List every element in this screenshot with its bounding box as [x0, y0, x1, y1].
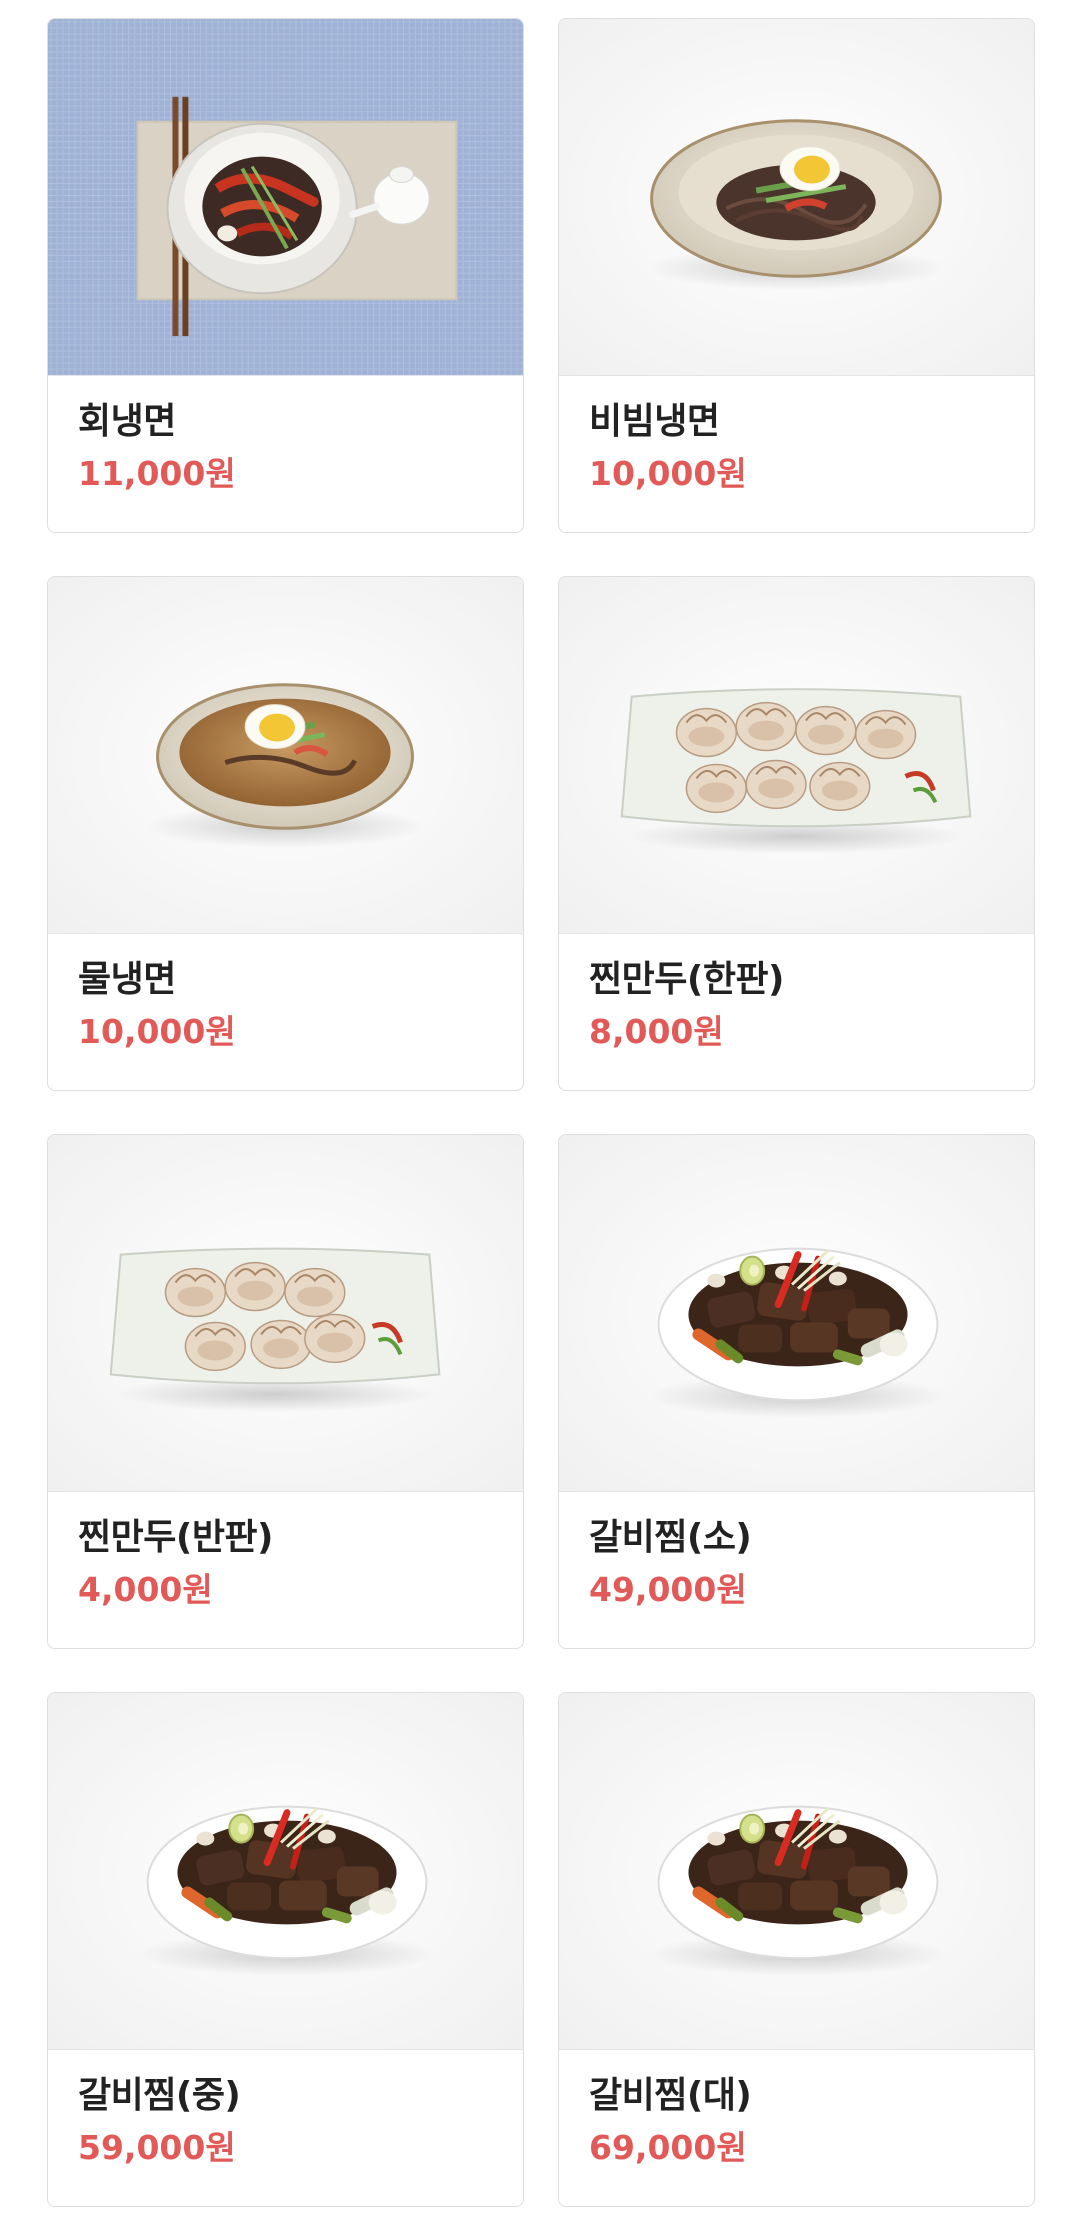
menu-item-name: 갈비찜(중) — [78, 2075, 241, 2116]
galbijjim-photo — [559, 1693, 1034, 2050]
galbijjim-photo — [48, 1693, 523, 2050]
menu-item-price: 10,000원 — [589, 454, 747, 493]
menu-card-info: 찐만두(반판) 4,000원 — [48, 1492, 523, 1615]
menu-card[interactable]: 물냉면 10,000원 — [47, 576, 524, 1091]
galbijjim-photo — [559, 1135, 1034, 1492]
menu-card-info: 갈비찜(대) 69,000원 — [559, 2050, 1034, 2173]
menu-card[interactable]: 회냉면 11,000원 — [47, 18, 524, 533]
hoe-naengmyeon-photo — [48, 19, 523, 376]
menu-item-name: 회냉면 — [78, 401, 176, 442]
menu-card[interactable]: 갈비찜(중) 59,000원 — [47, 1692, 524, 2207]
menu-card[interactable]: 갈비찜(대) 69,000원 — [558, 1692, 1035, 2207]
menu-card-info: 갈비찜(소) 49,000원 — [559, 1492, 1034, 1615]
menu-item-name: 갈비찜(대) — [589, 2075, 752, 2116]
menu-card[interactable]: 비빔냉면 10,000원 — [558, 18, 1035, 533]
menu-card[interactable]: 찐만두(반판) 4,000원 — [47, 1134, 524, 1649]
menu-item-name: 찐만두(한판) — [589, 959, 785, 1000]
menu-item-name: 비빔냉면 — [589, 401, 720, 442]
menu-card[interactable]: 찐만두(한판) 8,000원 — [558, 576, 1035, 1091]
menu-item-name: 갈비찜(소) — [589, 1517, 752, 1558]
menu-item-price: 10,000원 — [78, 1012, 236, 1051]
menu-card-info: 비빔냉면 10,000원 — [559, 376, 1034, 499]
menu-item-price: 11,000원 — [78, 454, 236, 493]
menu-item-price: 59,000원 — [78, 2128, 236, 2167]
menu-item-price: 4,000원 — [78, 1570, 213, 1609]
menu-card-info: 물냉면 10,000원 — [48, 934, 523, 1057]
mul-naengmyeon-photo — [48, 577, 523, 934]
menu-card[interactable]: 갈비찜(소) 49,000원 — [558, 1134, 1035, 1649]
menu-grid: 회냉면 11,000원 비빔냉면 10,000원 물냉면 10,000원 찐만두… — [47, 18, 1037, 2207]
menu-item-price: 69,000원 — [589, 2128, 747, 2167]
menu-item-price: 8,000원 — [589, 1012, 724, 1051]
menu-card-info: 갈비찜(중) 59,000원 — [48, 2050, 523, 2173]
dumplings-half-photo — [48, 1135, 523, 1492]
menu-card-info: 회냉면 11,000원 — [48, 376, 523, 499]
menu-item-name: 찐만두(반판) — [78, 1517, 274, 1558]
bibim-naengmyeon-photo — [559, 19, 1034, 376]
menu-card-info: 찐만두(한판) 8,000원 — [559, 934, 1034, 1057]
menu-item-name: 물냉면 — [78, 959, 176, 1000]
menu-item-price: 49,000원 — [589, 1570, 747, 1609]
dumplings-full-photo — [559, 577, 1034, 934]
